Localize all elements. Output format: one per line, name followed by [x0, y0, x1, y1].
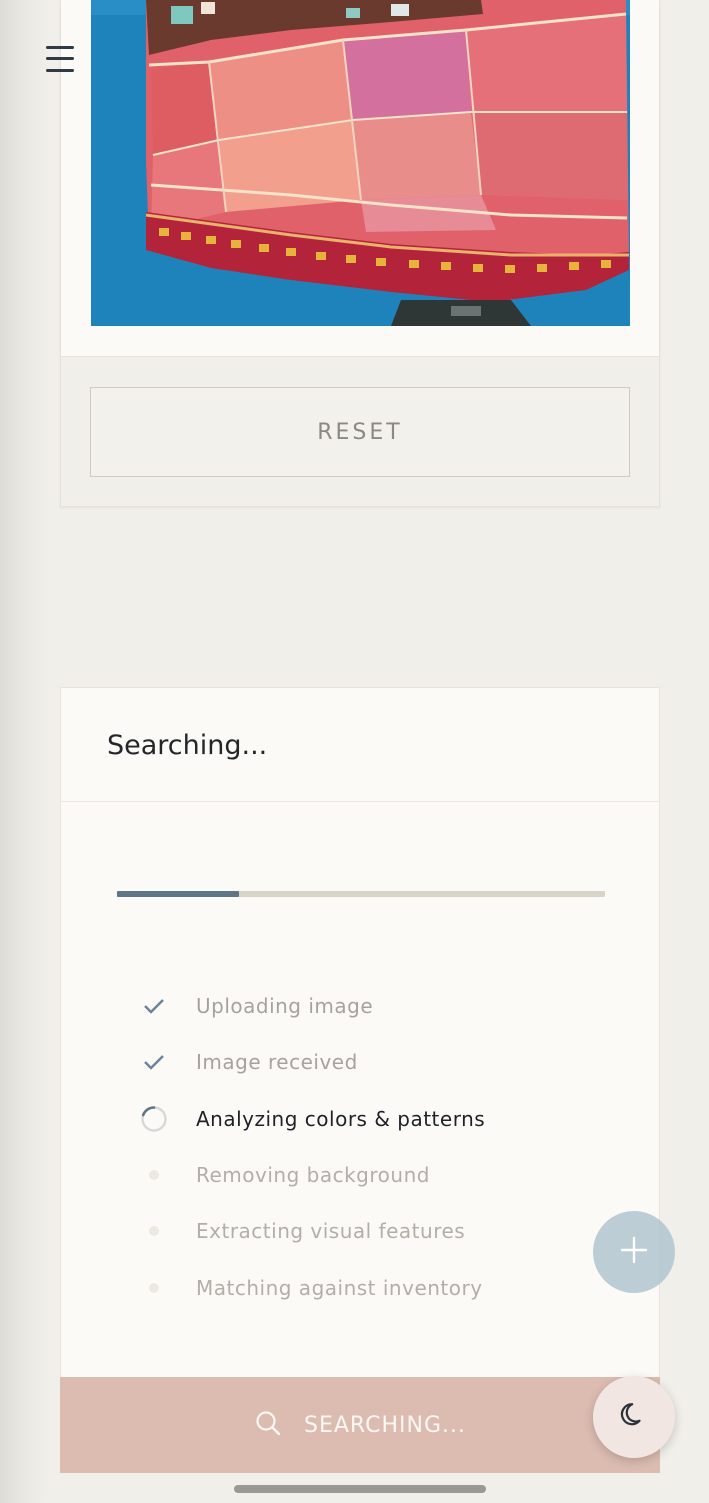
step-uploading-image: Uploading image: [137, 986, 373, 1026]
step-extracting-visual-features: Extracting visual features: [137, 1211, 465, 1251]
check-icon: [137, 1045, 171, 1079]
search-icon: [254, 1409, 282, 1441]
search-progress-card: Searching... Uploading image Image recei…: [60, 687, 660, 1473]
step-image-received: Image received: [137, 1042, 358, 1082]
step-label: Removing background: [196, 1163, 430, 1187]
menu-bar-top: [46, 46, 74, 49]
theme-toggle-button[interactable]: [593, 1376, 675, 1458]
upload-card: RESET: [60, 0, 660, 507]
search-status-title: Searching...: [107, 730, 268, 761]
step-label: Matching against inventory: [196, 1276, 483, 1300]
uploaded-image-preview: [91, 0, 630, 326]
step-analyzing-colors-patterns: Analyzing colors & patterns: [137, 1099, 485, 1139]
search-button-label: SEARCHING...: [304, 1412, 466, 1438]
plus-icon: [619, 1235, 649, 1269]
step-label: Uploading image: [196, 994, 374, 1018]
home-indicator: [234, 1485, 486, 1493]
side-shadow: [0, 0, 48, 1503]
search-button[interactable]: SEARCHING...: [60, 1377, 660, 1473]
pending-dot-icon: [137, 1214, 171, 1248]
step-label: Extracting visual features: [196, 1219, 466, 1243]
step-removing-background: Removing background: [137, 1155, 430, 1195]
reset-zone: RESET: [61, 356, 659, 506]
hamburger-menu-icon[interactable]: [40, 40, 80, 80]
progress-bar: [117, 891, 605, 897]
card-divider: [61, 801, 659, 802]
app-screen: RESET Searching... Uploading image Image…: [0, 0, 709, 1503]
moon-icon: [619, 1400, 649, 1434]
menu-bar-middle: [46, 57, 74, 60]
pending-dot-icon: [137, 1158, 171, 1192]
add-fab-button[interactable]: [593, 1211, 675, 1293]
step-label: Analyzing colors & patterns: [196, 1107, 486, 1131]
progress-bar-fill: [117, 891, 239, 897]
menu-bar-bottom: [46, 69, 74, 72]
pending-dot-icon: [137, 1271, 171, 1305]
step-label: Image received: [196, 1050, 358, 1074]
spinner-icon: [137, 1102, 171, 1136]
reset-button[interactable]: RESET: [90, 387, 630, 477]
step-matching-against-inventory: Matching against inventory: [137, 1268, 483, 1308]
image-preview-area: [61, 0, 659, 356]
check-icon: [137, 989, 171, 1023]
